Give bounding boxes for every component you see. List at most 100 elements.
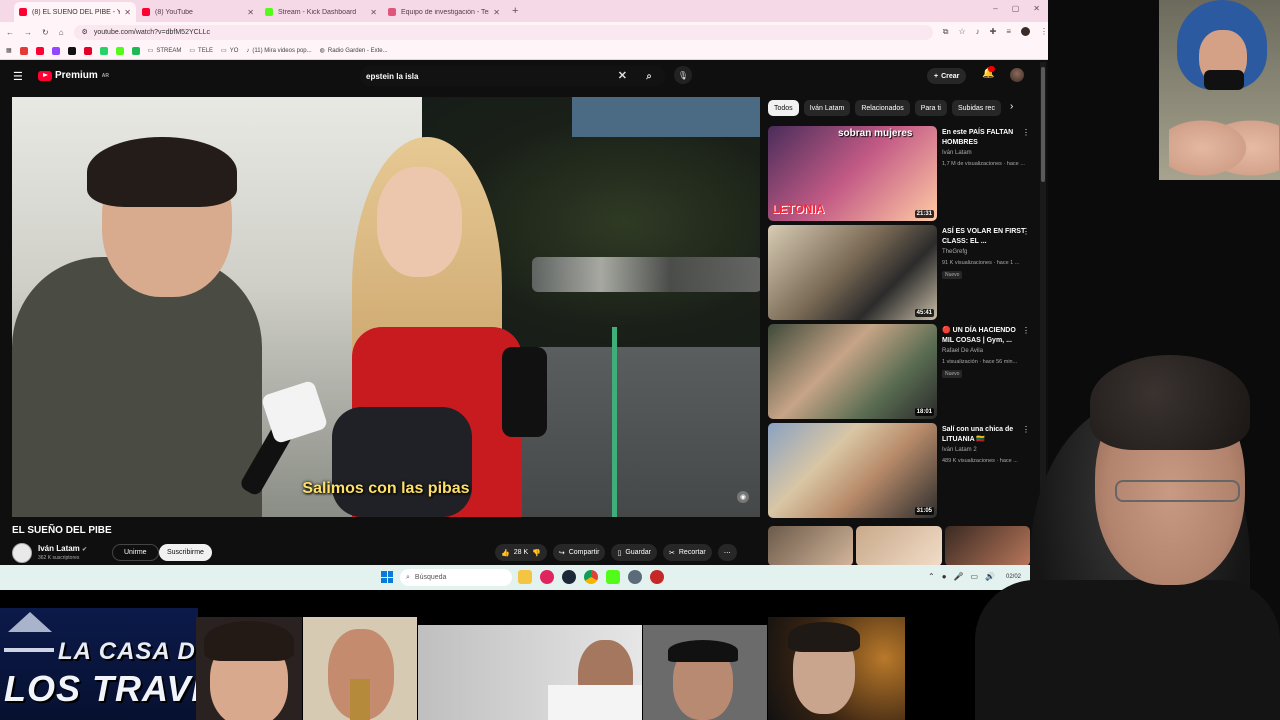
file-explorer-icon[interactable] xyxy=(518,570,532,584)
recommended-video[interactable]: 45:41 ASÍ ES VOLAR EN FIRST CLASS: EL ..… xyxy=(768,225,1036,324)
pinterest-bookmark-icon[interactable] xyxy=(83,46,92,55)
opera-icon[interactable] xyxy=(540,570,554,584)
save-button[interactable]: ▯ Guardar xyxy=(611,544,657,561)
kick-app-icon[interactable] xyxy=(606,570,620,584)
video-thumbnail[interactable]: sobran mujeres LETONIA 21:31 xyxy=(768,126,937,221)
menu-list-icon[interactable]: ≡ xyxy=(1006,27,1011,37)
whatsapp-bookmark-icon[interactable] xyxy=(99,46,108,55)
bookmark-icon: ▯ xyxy=(617,549,622,557)
bookmark-label: YO xyxy=(229,47,239,54)
tab-kick-dashboard[interactable]: Stream - Kick Dashboard ✕ xyxy=(260,2,382,22)
video-thumbnail[interactable]: 18:01 xyxy=(768,324,937,419)
woman-face xyxy=(377,167,462,277)
twitch-bookmark-icon[interactable] xyxy=(51,46,60,55)
close-tab-icon[interactable]: ✕ xyxy=(493,8,500,17)
extensions-icon[interactable]: ✚ xyxy=(990,27,997,37)
tab-title: (8) EL SUEÑO DEL PIBE - Yo xyxy=(32,8,121,16)
chrome-icon[interactable] xyxy=(584,570,598,584)
voice-search-icon[interactable]: 🎙 xyxy=(674,66,692,84)
bookmark-yo[interactable]: ▭ YO xyxy=(221,47,239,55)
search-box[interactable]: epstein la isla ✕ ⌕ xyxy=(360,66,665,86)
new-tab-icon[interactable]: + xyxy=(512,5,518,17)
more-vert-icon[interactable]: ⋮ xyxy=(1040,27,1048,37)
chevron-right-icon[interactable]: › xyxy=(1010,101,1013,112)
thumbs-down-icon[interactable]: 👎 xyxy=(532,549,541,557)
tab-youtube-home[interactable]: (8) YouTube ✕ xyxy=(137,2,259,22)
more-vert-icon[interactable]: ⋮ xyxy=(1022,326,1030,335)
video-thumbnail[interactable]: 31:05 xyxy=(768,423,937,518)
chip-todos[interactable]: Todos xyxy=(768,100,799,116)
install-app-icon[interactable]: ⧉ xyxy=(943,27,949,37)
tab-youtube-video[interactable]: (8) EL SUEÑO DEL PIBE - Yo ✕ xyxy=(14,2,136,22)
search-input[interactable]: epstein la isla xyxy=(366,72,418,81)
steam-icon[interactable] xyxy=(562,570,576,584)
address-bar[interactable]: ⚙ youtube.com/watch?v=dbfM52YCLLc xyxy=(73,24,933,40)
home-icon[interactable]: ⌂ xyxy=(59,28,64,37)
bookmark-tele[interactable]: ▭ TELE xyxy=(189,47,213,55)
video-player[interactable]: Salimos con las pibas ◉ xyxy=(12,97,760,517)
more-actions-button[interactable]: ⋯ xyxy=(717,544,737,561)
site-info-icon[interactable]: ⚙ xyxy=(82,28,88,36)
youtube-premium-logo[interactable]: Premium AR xyxy=(38,70,109,81)
search-button[interactable]: ⌕ xyxy=(633,66,665,86)
forward-icon[interactable]: → xyxy=(24,28,32,37)
bookmark-star-icon[interactable]: ☆ xyxy=(958,27,965,37)
apps-grid-icon[interactable]: ▦ xyxy=(6,47,12,54)
channel-avatar[interactable] xyxy=(12,543,32,563)
tray-app-icon[interactable]: ● xyxy=(942,572,947,581)
clip-button[interactable]: ✂ Recortar xyxy=(663,544,712,561)
rec-title[interactable]: ASÍ ES VOLAR EN FIRST CLASS: EL ... xyxy=(942,227,1028,247)
scrollbar-thumb[interactable] xyxy=(1041,67,1045,182)
bookmark-favicon-icon[interactable] xyxy=(19,46,28,55)
short-thumbnail[interactable] xyxy=(768,526,854,566)
close-window-icon[interactable]: ✕ xyxy=(1033,4,1040,13)
window-controls: – ▢ ✕ xyxy=(993,4,1040,13)
chip-related[interactable]: Relacionados xyxy=(855,100,910,116)
recommended-video[interactable]: sobran mujeres LETONIA 21:31 En este PAÍ… xyxy=(768,126,1036,225)
chevron-up-icon[interactable]: ⌃ xyxy=(928,572,935,581)
close-tab-icon[interactable]: ✕ xyxy=(247,8,254,17)
create-button[interactable]: + Crear xyxy=(927,68,967,84)
bookmark-stream[interactable]: ▭ STREAM xyxy=(148,47,182,55)
reload-icon[interactable]: ↻ xyxy=(42,28,49,37)
channel-watermark-icon[interactable]: ◉ xyxy=(737,491,749,503)
close-tab-icon[interactable]: ✕ xyxy=(124,8,131,17)
close-tab-icon[interactable]: ✕ xyxy=(370,8,377,17)
share-button[interactable]: ↪ Compartir xyxy=(552,544,606,561)
short-thumbnail[interactable] xyxy=(856,526,942,566)
chip-recent-uploads[interactable]: Subidas rec xyxy=(951,100,1001,116)
settings-gear-icon[interactable] xyxy=(628,570,642,584)
app-icon[interactable] xyxy=(650,570,664,584)
minimize-icon[interactable]: – xyxy=(993,4,997,13)
rec-channel[interactable]: Iván Latam xyxy=(942,150,972,156)
kick-bookmark-icon[interactable] xyxy=(115,46,124,55)
join-button[interactable]: Unirme xyxy=(112,544,159,561)
spotify-bookmark-icon[interactable] xyxy=(131,46,140,55)
maximize-icon[interactable]: ▢ xyxy=(1012,4,1020,13)
user-avatar[interactable] xyxy=(1010,68,1024,82)
back-icon[interactable]: ← xyxy=(6,28,14,37)
more-vert-icon[interactable]: ⋮ xyxy=(1022,227,1030,236)
rec-channel[interactable]: TheGrefg xyxy=(942,249,967,255)
clear-search-icon[interactable]: ✕ xyxy=(618,69,627,82)
windows-start-icon[interactable] xyxy=(381,571,393,583)
more-vert-icon[interactable]: ⋮ xyxy=(1022,128,1030,137)
channel-name[interactable]: Iván Latam ✔ xyxy=(38,544,87,553)
profile-avatar[interactable] xyxy=(1021,27,1031,36)
tab-equipo-investigacion[interactable]: Equipo de investigación - Temp ✕ xyxy=(383,2,505,22)
youtube-bookmark-icon[interactable] xyxy=(35,46,44,55)
subscribe-button[interactable]: Suscribirme xyxy=(159,544,212,561)
x-bookmark-icon[interactable] xyxy=(67,46,76,55)
chip-for-you[interactable]: Para ti xyxy=(914,100,947,116)
chip-channel[interactable]: Iván Latam xyxy=(803,100,851,116)
like-button[interactable]: 👍 28 K 👎 xyxy=(495,544,547,561)
video-thumbnail[interactable]: 45:41 xyxy=(768,225,937,320)
rec-channel[interactable]: Iván Latam 2 xyxy=(942,447,977,453)
taskbar-search[interactable]: ⌕ Búsqueda xyxy=(400,569,512,586)
microphone-icon[interactable]: 🎤 xyxy=(954,572,964,581)
bookmark-tiktok[interactable]: ♪ (11) Mira videos pop... xyxy=(246,48,311,54)
hamburger-menu-icon[interactable]: ☰ xyxy=(13,70,23,83)
rec-title[interactable]: En este PAÍS FALTAN HOMBRES xyxy=(942,128,1028,148)
media-icon[interactable]: ♪ xyxy=(976,27,980,37)
bookmark-radio-garden[interactable]: ◍ Radio Garden - Exte... xyxy=(320,47,388,55)
